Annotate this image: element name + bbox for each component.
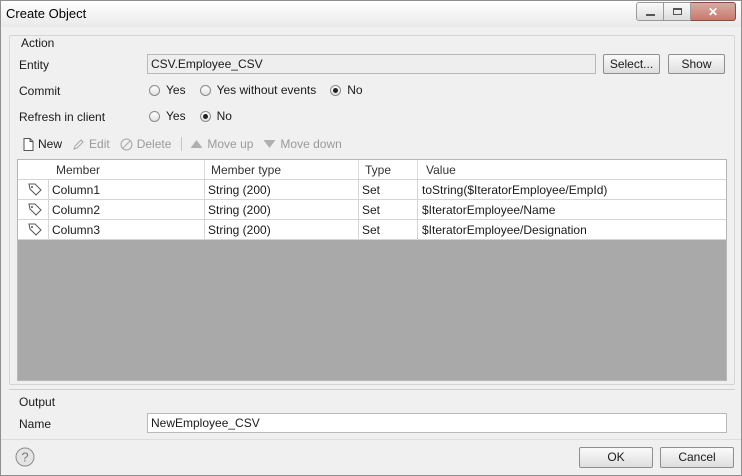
member-cell: Column1	[52, 183, 101, 197]
refresh-option-no[interactable]: No	[199, 109, 232, 123]
delete-member-button[interactable]: Delete	[120, 137, 171, 151]
refresh-in-client-label: Refresh in client	[19, 110, 106, 124]
triangle-up-icon	[190, 139, 203, 149]
window-title: Create Object	[6, 6, 87, 21]
move-down-button[interactable]: Move down	[263, 137, 342, 151]
footer-divider	[1, 439, 741, 440]
commit-option-no[interactable]: No	[330, 83, 363, 97]
value-cell: toString($IteratorEmployee/EmpId)	[422, 183, 608, 197]
output-name-label: Name	[19, 417, 52, 431]
radio-yes[interactable]	[149, 84, 160, 96]
column-divider[interactable]	[358, 160, 359, 179]
create-object-dialog: Create Object ✕ Action Entity CSV.Employ…	[0, 0, 742, 476]
minimize-icon	[645, 13, 655, 16]
title-bar[interactable]: Create Object ✕	[1, 1, 741, 27]
pencil-icon	[72, 138, 85, 151]
maximize-button[interactable]	[664, 2, 691, 21]
members-grid: Member Member type Type Value Column1 St…	[17, 159, 727, 381]
show-entity-button[interactable]: Show	[668, 54, 725, 74]
new-member-button[interactable]: New	[23, 137, 62, 151]
tag-icon	[28, 223, 42, 239]
column-header-type[interactable]: Type	[365, 163, 391, 177]
help-icon: ?	[15, 447, 35, 467]
type-cell: Set	[362, 203, 381, 217]
type-cell: Set	[362, 183, 381, 197]
member-cell: Column2	[52, 203, 101, 217]
minimize-button[interactable]	[636, 2, 664, 21]
type-cell: Set	[362, 223, 381, 237]
new-document-icon	[23, 137, 34, 151]
maximize-icon	[672, 8, 682, 15]
action-section-label: Action	[19, 36, 57, 50]
column-header-member[interactable]: Member	[56, 163, 100, 177]
move-up-button[interactable]: Move up	[190, 137, 253, 151]
member-type-cell: String (200)	[208, 223, 271, 237]
output-divider	[9, 389, 735, 390]
close-icon: ✕	[707, 4, 719, 19]
member-type-cell: String (200)	[208, 183, 271, 197]
close-button[interactable]: ✕	[691, 2, 736, 21]
member-cell: Column3	[52, 223, 101, 237]
triangle-down-icon	[263, 139, 276, 149]
radio-no-selected[interactable]	[199, 110, 211, 122]
member-type-cell: String (200)	[208, 203, 271, 217]
table-row[interactable]: Column1 String (200) Set toString($Itera…	[18, 180, 726, 200]
radio-yes[interactable]	[149, 110, 160, 122]
ok-button[interactable]: OK	[579, 447, 653, 468]
edit-member-button[interactable]: Edit	[72, 137, 110, 151]
select-entity-button[interactable]: Select...	[603, 54, 660, 74]
delete-icon	[120, 138, 133, 151]
commit-option-yes-without-events[interactable]: Yes without events	[199, 83, 316, 97]
svg-text:?: ?	[21, 450, 28, 465]
table-row[interactable]: Column2 String (200) Set $IteratorEmploy…	[18, 200, 726, 220]
window-controls: ✕	[636, 2, 736, 21]
radio-no-selected[interactable]	[330, 84, 342, 96]
commit-option-yes[interactable]: Yes	[149, 83, 186, 97]
value-cell: $IteratorEmployee/Designation	[422, 223, 587, 237]
tag-icon	[28, 203, 42, 219]
refresh-radio-group: Yes No	[149, 109, 246, 123]
value-cell: $IteratorEmployee/Name	[422, 203, 556, 217]
tag-icon	[28, 183, 42, 199]
table-row[interactable]: Column3 String (200) Set $IteratorEmploy…	[18, 220, 726, 240]
entity-field[interactable]: CSV.Employee_CSV	[147, 54, 596, 74]
column-header-value[interactable]: Value	[426, 163, 456, 177]
help-button[interactable]: ?	[15, 447, 35, 470]
grid-header: Member Member type Type Value	[18, 160, 726, 180]
entity-label: Entity	[19, 58, 50, 72]
toolbar-separator	[181, 137, 183, 151]
radio-yes-without-events[interactable]	[199, 84, 211, 96]
refresh-option-yes[interactable]: Yes	[149, 109, 186, 123]
column-divider[interactable]	[417, 160, 418, 179]
column-divider[interactable]	[204, 160, 205, 179]
output-section-label: Output	[19, 395, 56, 409]
members-toolbar: New Edit Delete Move up Move down	[23, 137, 352, 151]
commit-radio-group: Yes Yes without events No	[149, 83, 377, 97]
column-header-member-type[interactable]: Member type	[211, 163, 281, 177]
cancel-button[interactable]: Cancel	[660, 447, 734, 468]
commit-label: Commit	[19, 84, 61, 98]
output-name-input[interactable]: NewEmployee_CSV	[147, 413, 727, 433]
